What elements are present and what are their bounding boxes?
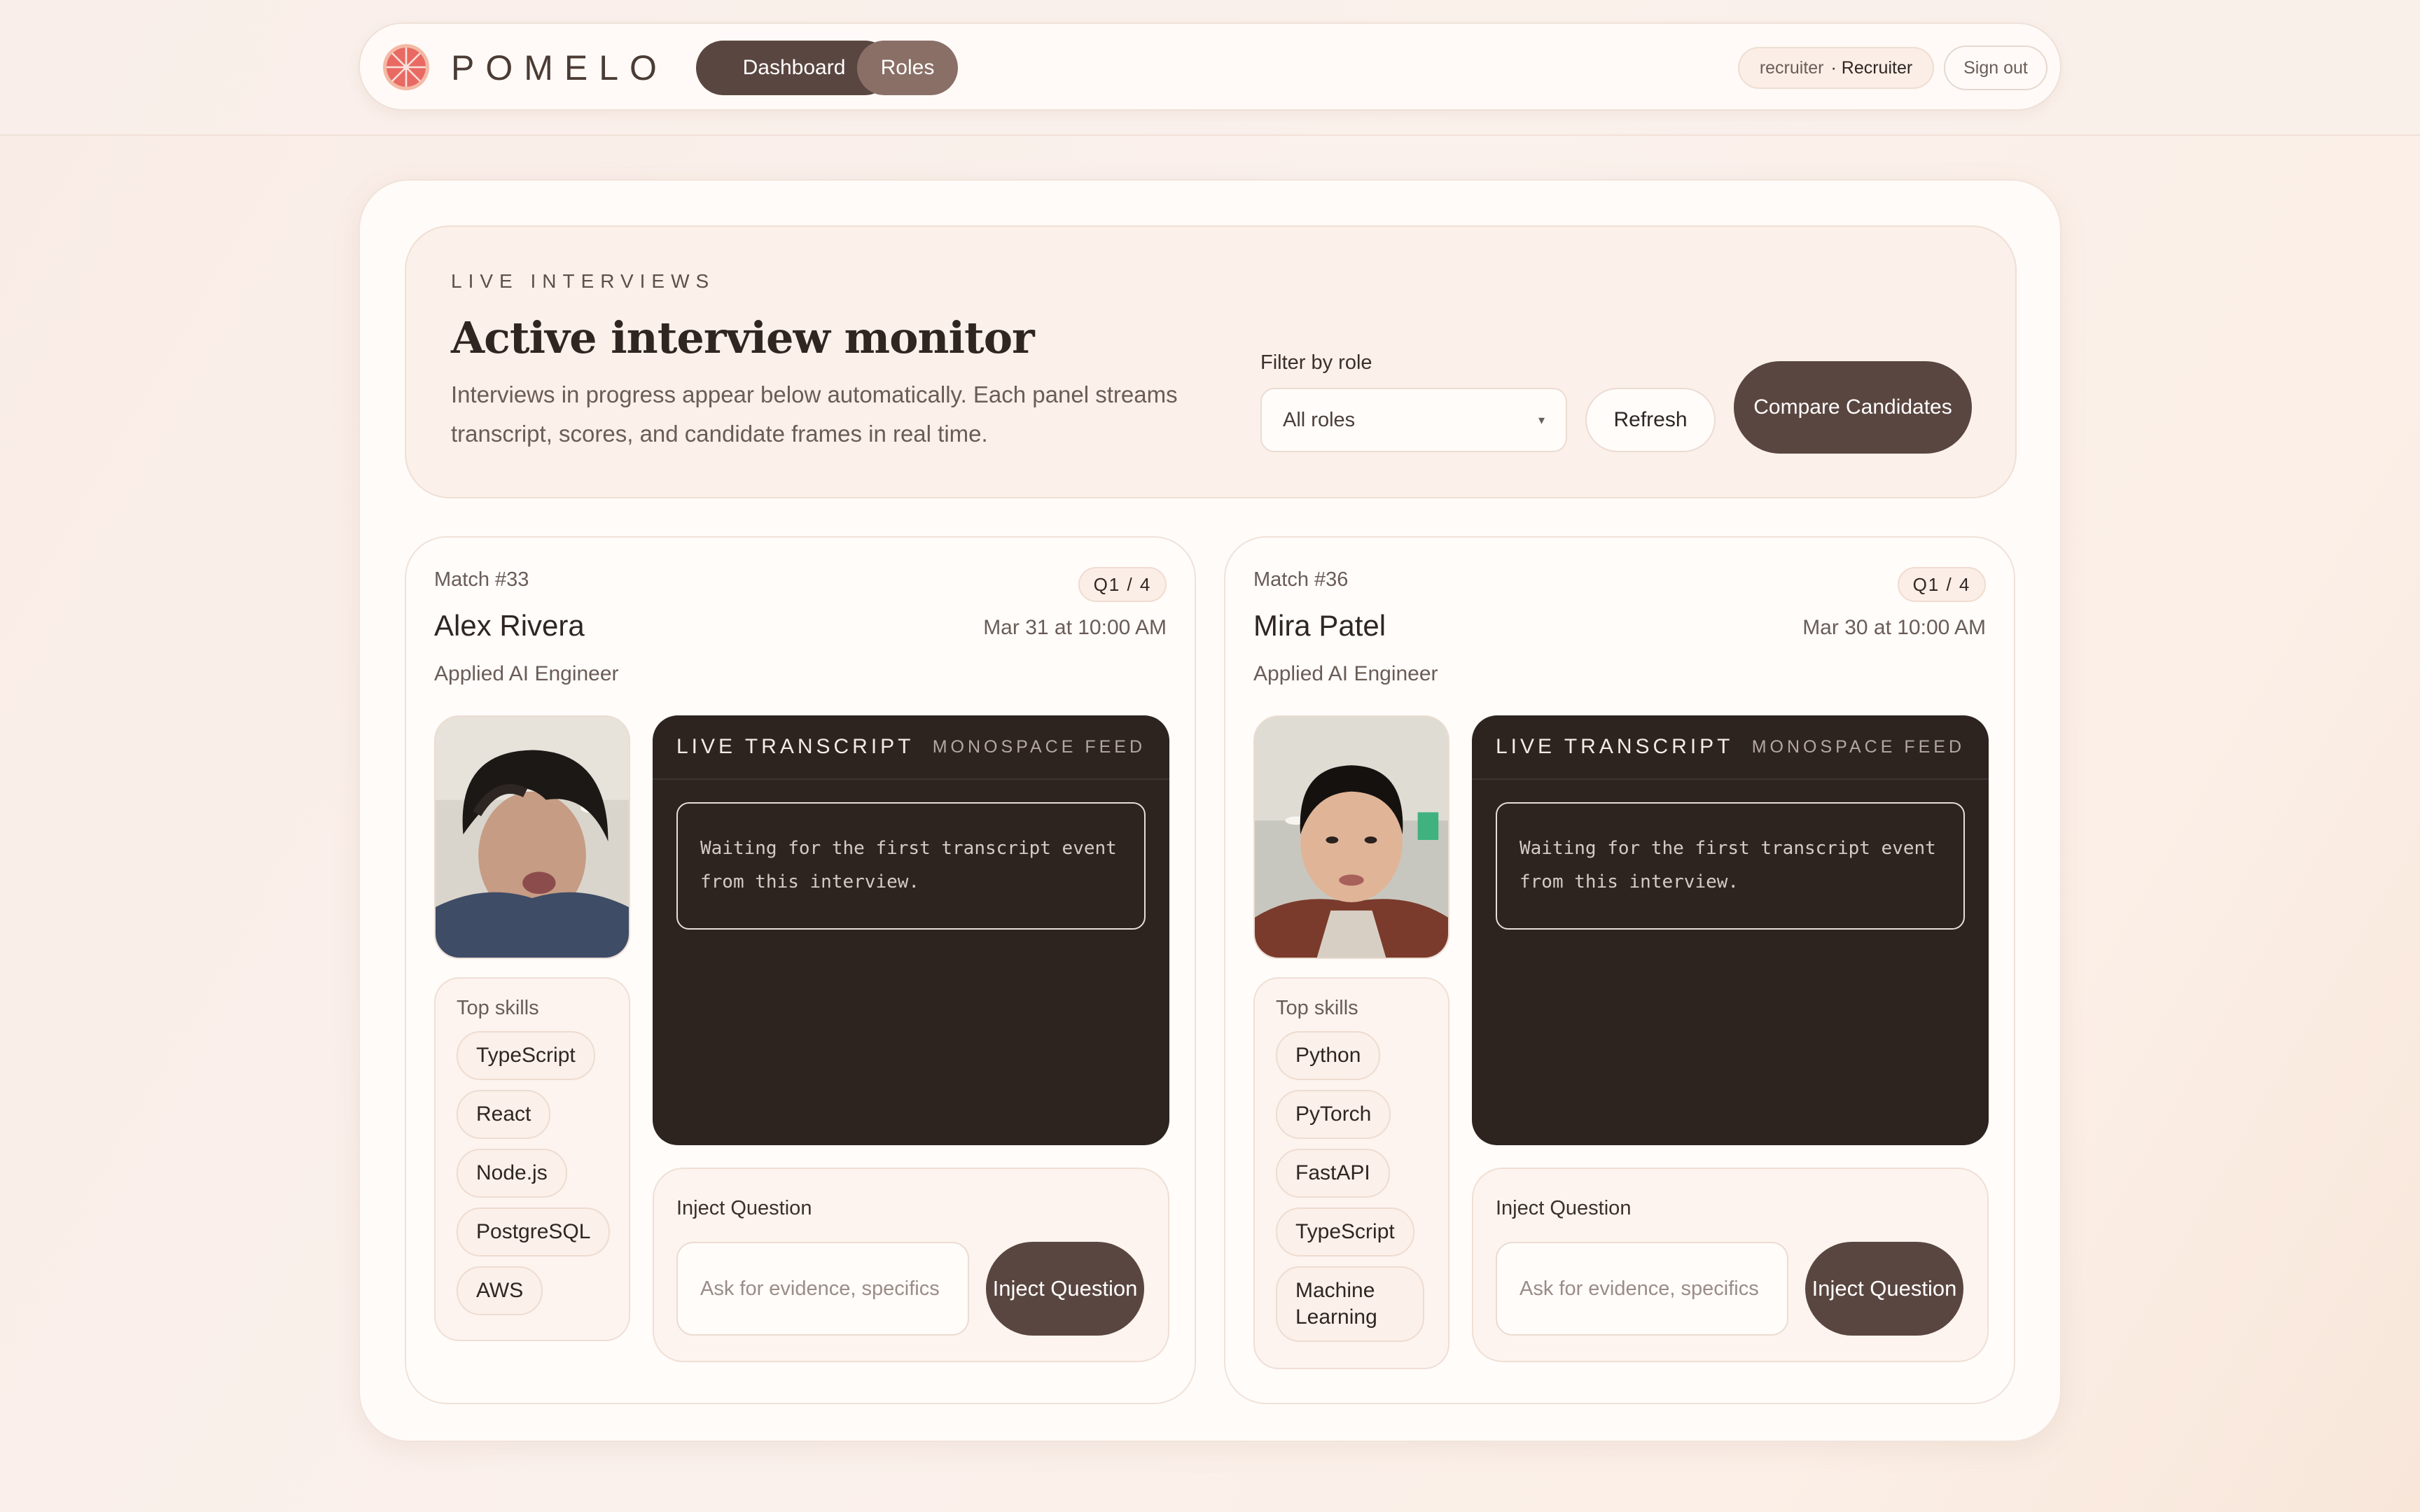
hero-section: LIVE INTERVIEWS Active interview monitor… [405,225,2017,498]
skill-chip: Node.js [457,1149,567,1198]
candidate-role: Applied AI Engineer [1253,662,1438,685]
inject-question-input[interactable] [1496,1242,1788,1336]
page-title: Active interview monitor [451,312,1035,363]
inject-question-panel: Inject Question Inject Question [1472,1168,1989,1362]
user-role: · Recruiter [1830,57,1913,78]
interview-date: Mar 30 at 10:00 AM [1802,616,1986,639]
question-progress-badge: Q1 / 4 [1898,567,1986,602]
user-name: recruiter [1759,57,1824,78]
candidate-video-frame [1253,715,1449,959]
sign-out-button[interactable]: Sign out [1944,46,2047,90]
top-skills-panel: Top skills Python PyTorch FastAPI TypeSc… [1253,977,1449,1369]
candidate-name: Alex Rivera [434,609,585,642]
top-skills-panel: Top skills TypeScript React Node.js Post… [434,977,630,1341]
transcript-title: LIVE TRANSCRIPT [676,735,915,758]
match-id: Match #33 [434,568,529,591]
live-transcript-panel[interactable]: LIVE TRANSCRIPT MONOSPACE FEED Waiting f… [1472,715,1989,1145]
inject-question-input[interactable] [676,1242,969,1336]
transcript-placeholder: Waiting for the first transcript event f… [1496,802,1965,930]
role-filter-select[interactable]: All roles ▾ [1260,388,1567,452]
interview-card: Match #33 Q1 / 4 Alex Rivera Mar 31 at 1… [405,536,1196,1404]
skill-chip: PostgreSQL [457,1208,611,1256]
inject-question-panel: Inject Question Inject Question [653,1168,1169,1362]
top-navbar: POMELO Dashboard Roles recruiter · Recru… [359,22,2061,111]
interview-date: Mar 31 at 10:00 AM [983,616,1167,639]
top-skills-title: Top skills [1276,997,1358,1019]
refresh-button[interactable]: Refresh [1585,388,1716,452]
skill-chip: TypeScript [457,1031,595,1080]
skill-chip: Python [1276,1031,1381,1080]
inject-question-button[interactable]: Inject Question [986,1242,1144,1336]
skill-chip: FastAPI [1276,1149,1390,1198]
top-skills-title: Top skills [457,997,539,1019]
filter-label: Filter by role [1260,351,1372,374]
section-eyebrow: LIVE INTERVIEWS [451,270,716,292]
live-transcript-panel[interactable]: LIVE TRANSCRIPT MONOSPACE FEED Waiting f… [653,715,1169,1145]
user-badge: recruiter · Recruiter [1738,47,1934,89]
page-description: Interviews in progress appear below auto… [451,382,1178,447]
chevron-down-icon: ▾ [1538,413,1545,427]
skill-chip: TypeScript [1276,1208,1414,1256]
transcript-header: LIVE TRANSCRIPT MONOSPACE FEED [653,715,1169,780]
question-progress-badge: Q1 / 4 [1078,567,1167,602]
nav-roles-button[interactable]: Roles [857,41,958,95]
skill-chip: PyTorch [1276,1090,1391,1139]
inject-question-title: Inject Question [676,1197,812,1219]
candidate-role: Applied AI Engineer [434,662,619,685]
role-filter-value: All roles [1283,408,1356,431]
main-panel: LIVE INTERVIEWS Active interview monitor… [359,179,2061,1442]
inject-question-title: Inject Question [1496,1197,1632,1219]
transcript-placeholder: Waiting for the first transcript event f… [676,802,1146,930]
grapefruit-logo-icon[interactable] [382,43,430,91]
match-id: Match #36 [1253,568,1349,591]
transcript-subtitle: MONOSPACE FEED [1751,736,1965,757]
transcript-header: LIVE TRANSCRIPT MONOSPACE FEED [1472,715,1989,780]
brand-name: POMELO [451,48,668,88]
candidate-name: Mira Patel [1253,609,1386,642]
skill-chip: Machine Learning [1276,1266,1424,1342]
compare-candidates-button[interactable]: Compare Candidates [1734,361,1972,454]
inject-question-button[interactable]: Inject Question [1805,1242,1963,1336]
interview-card: Match #36 Q1 / 4 Mira Patel Mar 30 at 10… [1224,536,2015,1404]
transcript-title: LIVE TRANSCRIPT [1496,735,1734,758]
candidate-video-frame [434,715,630,959]
skill-chip: React [457,1090,551,1139]
transcript-subtitle: MONOSPACE FEED [932,736,1146,757]
skill-chip: AWS [457,1266,543,1315]
